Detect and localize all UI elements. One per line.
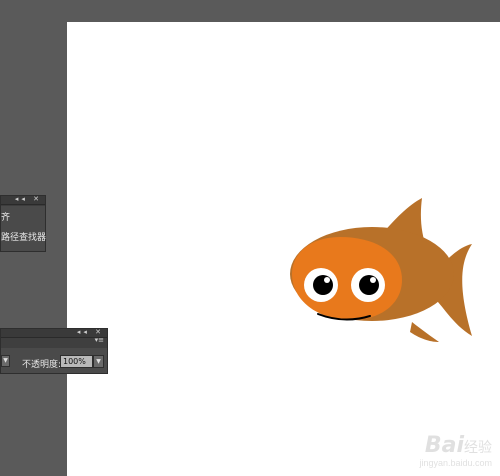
panel-titlebar[interactable]: ◂◂ ✕: [1, 195, 45, 205]
blend-mode-dropdown[interactable]: ▼: [1, 355, 10, 367]
align-pathfinder-panel: ◂◂ ✕ 齐 路径查找器: [0, 195, 46, 252]
left-pupil: [313, 275, 333, 295]
panel-titlebar[interactable]: ◂◂ ✕: [1, 328, 107, 338]
right-eye-highlight: [370, 277, 376, 283]
panel-collapse-close-controls[interactable]: ◂◂ ✕: [15, 195, 42, 203]
right-pupil: [359, 275, 379, 295]
opacity-input[interactable]: 100%: [60, 355, 93, 368]
watermark-logo-cn: 经验: [464, 440, 492, 456]
fish-bottom-fin: [410, 322, 439, 342]
pathfinder-tab-label[interactable]: 路径查找器: [1, 230, 46, 243]
watermark-logo: Bai: [424, 433, 464, 458]
artboard-canvas[interactable]: [67, 22, 500, 476]
panel-divider: [1, 205, 45, 206]
opacity-dropdown-arrow[interactable]: ▼: [93, 355, 104, 368]
baidu-watermark: Bai经验 jingyan.baidu.com: [419, 433, 492, 468]
fish-illustration: [290, 198, 472, 342]
left-eye-highlight: [324, 277, 330, 283]
transparency-panel: ◂◂ ✕ ▾≡ ▼ 不透明度: 100% ▼: [0, 328, 108, 374]
panel-tab-bar: ▾≡: [1, 336, 107, 348]
panel-collapse-close-controls[interactable]: ◂◂ ✕: [77, 328, 104, 336]
align-tab-label[interactable]: 齐: [1, 210, 10, 223]
panel-menu-icon[interactable]: ▾≡: [95, 336, 104, 344]
opacity-label: 不透明度:: [22, 360, 62, 370]
watermark-url: jingyan.baidu.com: [419, 458, 492, 468]
